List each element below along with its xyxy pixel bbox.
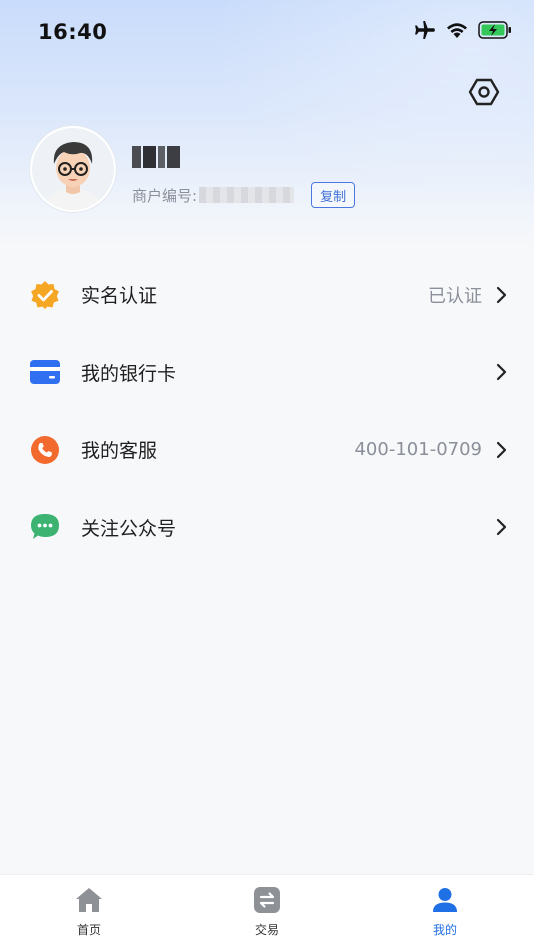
user-icon [432, 887, 458, 917]
settings-button[interactable] [466, 76, 502, 112]
menu-label: 我的银行卡 [81, 362, 177, 385]
chevron-right-icon [496, 363, 508, 381]
menu-item-real-name[interactable]: 实名认证 已认证 [0, 256, 534, 334]
chevron-right-icon [496, 286, 508, 304]
tab-mine[interactable]: 我的 [356, 875, 534, 950]
menu-list: 实名认证 已认证 我的银行卡 我的客服 400-101-0709 关注公众号 [0, 256, 534, 566]
tab-transaction[interactable]: 交易 [178, 875, 356, 950]
menu-item-official-account[interactable]: 关注公众号 [0, 489, 534, 567]
tab-label: 我的 [432, 923, 457, 937]
tab-label: 首页 [76, 923, 101, 937]
menu-label: 关注公众号 [81, 517, 177, 540]
menu-label: 实名认证 [81, 285, 158, 308]
copy-button[interactable]: 复制 [311, 182, 356, 208]
menu-item-bank-card[interactable]: 我的银行卡 [0, 334, 534, 412]
merchant-number-masked [199, 187, 295, 203]
profile-card: 商户编号: 复制 [30, 126, 510, 216]
verified-badge-icon [30, 280, 60, 310]
merchant-label: 商户编号: [132, 186, 198, 205]
wechat-icon [30, 512, 60, 542]
phone-icon [30, 435, 60, 465]
tab-label: 交易 [254, 923, 279, 937]
menu-item-customer-service[interactable]: 我的客服 400-101-0709 [0, 411, 534, 489]
transfer-icon [254, 887, 280, 917]
bank-card-icon [30, 357, 60, 387]
status-icons [414, 21, 512, 43]
menu-label: 我的客服 [81, 440, 158, 463]
menu-value: 400-101-0709 [354, 439, 482, 461]
battery-charging-icon [478, 21, 512, 43]
user-name-masked [132, 146, 180, 168]
airplane-icon [414, 21, 436, 43]
status-time: 16:40 [38, 20, 108, 44]
chevron-right-icon [496, 441, 508, 459]
wifi-icon [446, 22, 468, 42]
status-bar: 16:40 [0, 0, 534, 64]
home-icon [75, 887, 103, 917]
merchant-number-row: 商户编号: 复制 [132, 182, 356, 208]
settings-hexagon-icon [468, 76, 500, 112]
menu-value: 已认证 [428, 285, 482, 307]
tab-home[interactable]: 首页 [0, 875, 178, 950]
avatar[interactable] [30, 126, 116, 212]
tab-bar: 首页 交易 我的 [0, 874, 534, 950]
chevron-right-icon [496, 518, 508, 536]
